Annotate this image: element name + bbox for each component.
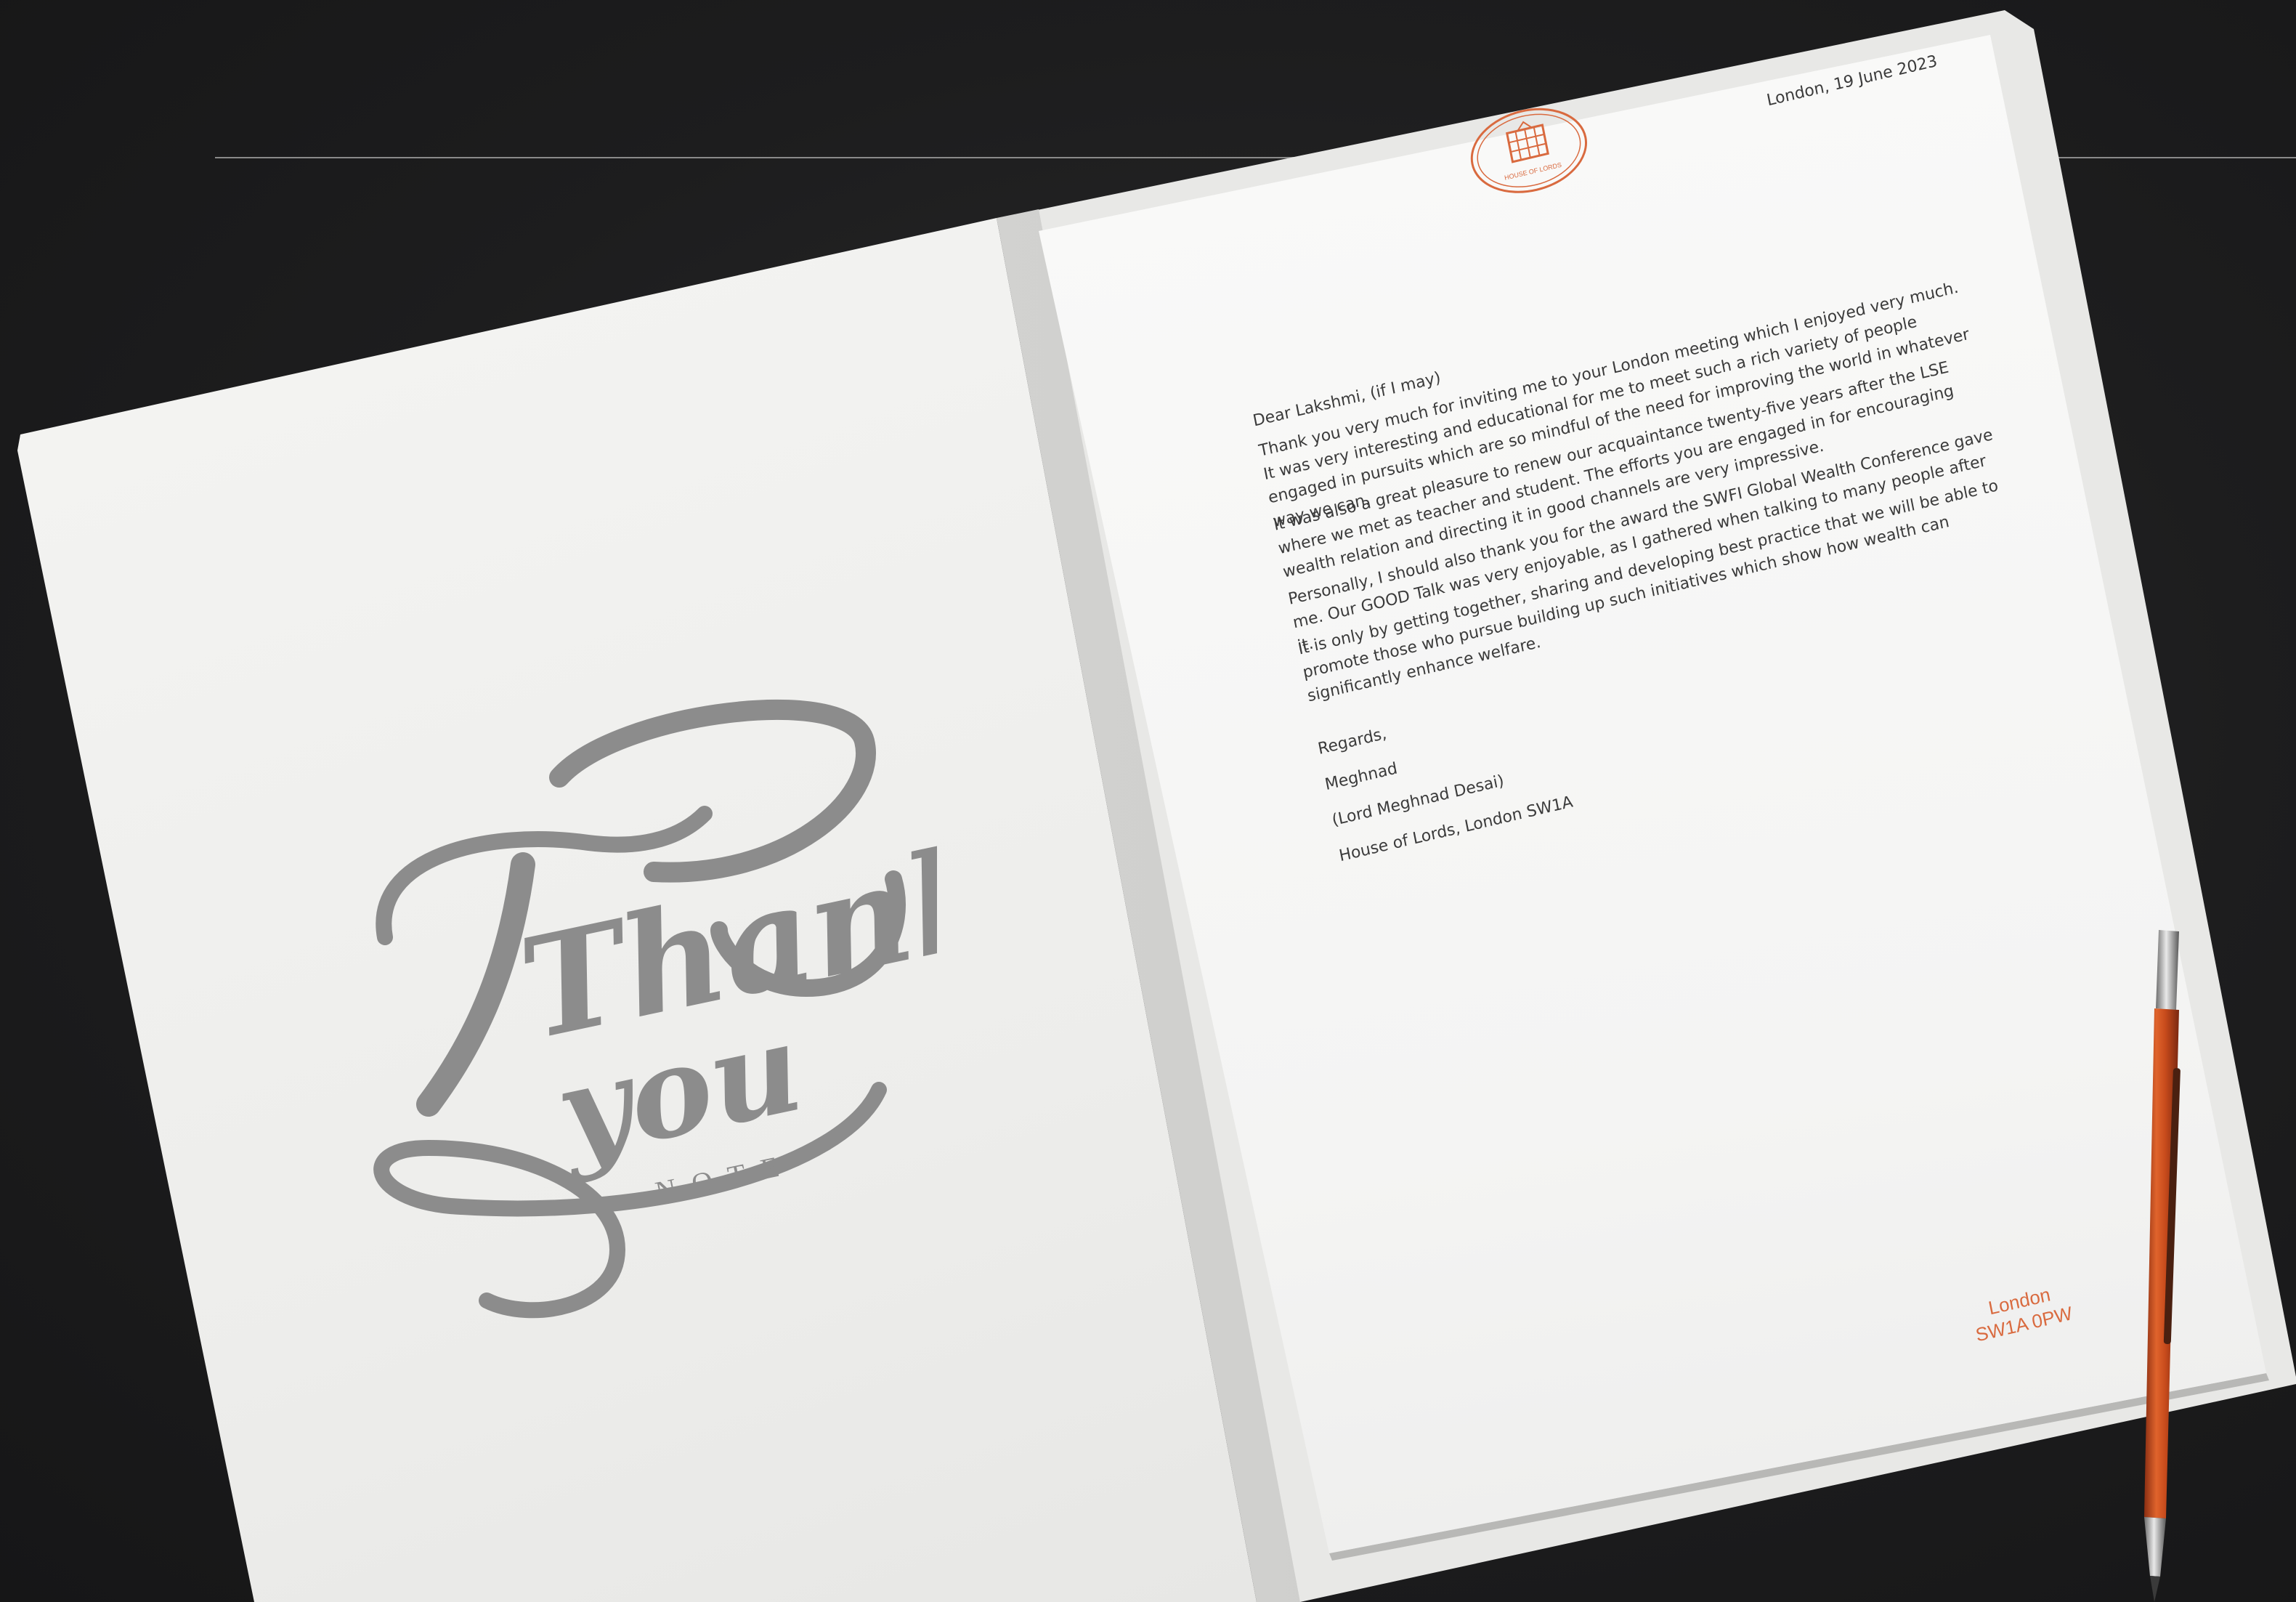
decorative-rule-left xyxy=(215,157,1297,158)
signature-name: Meghnad xyxy=(1323,759,1400,795)
thank-you-script-artwork: Thank you NOTE xyxy=(373,700,937,1319)
letter-closing: Regards, xyxy=(1316,724,1389,759)
house-of-lords-seal-icon: HOUSE OF LORDS xyxy=(1470,108,1588,193)
pen-icon xyxy=(2144,930,2181,1602)
letter-date: London, 19 June 2023 xyxy=(1765,52,1939,110)
decorative-rule-right xyxy=(2056,157,2296,158)
